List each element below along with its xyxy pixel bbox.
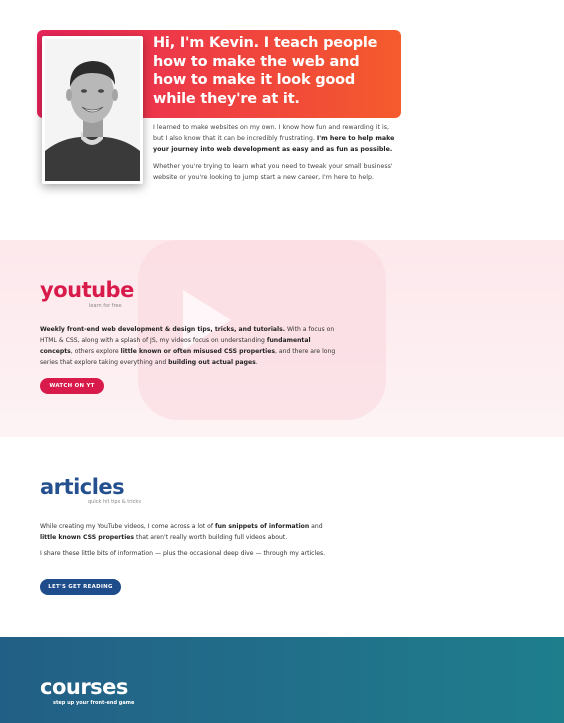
courses-subheading: step up your front-end game <box>53 700 135 706</box>
text-span: While creating my YouTube videos, I come… <box>40 523 215 530</box>
youtube-section: youtube learn for free Weekly front-end … <box>0 240 564 437</box>
text-bold: building out actual pages <box>168 359 256 366</box>
hero-heading: Hi, I'm Kevin. I teach people how to mak… <box>153 35 378 107</box>
youtube-subheading: learn for free <box>89 303 122 309</box>
youtube-paragraph: Weekly front-end web development & desig… <box>40 324 340 368</box>
text-bold: little known or often misused CSS proper… <box>120 348 275 355</box>
courses-heading: courses <box>40 675 128 699</box>
hero-intro-text: I learned to make websites on my own. I … <box>153 122 398 189</box>
text-span: and <box>309 523 323 530</box>
hero-paragraph: Whether you're trying to learn what you … <box>153 163 393 181</box>
text-span: that aren't really worth building full v… <box>134 534 288 541</box>
articles-paragraph: While creating my YouTube videos, I come… <box>40 521 330 543</box>
articles-heading: articles <box>40 475 125 499</box>
text-bold: fun snippets of information <box>214 523 310 530</box>
articles-paragraph: I share these little bits of information… <box>40 550 326 557</box>
hero-section: Hi, I'm Kevin. I teach people how to mak… <box>0 0 564 240</box>
text-bold: Weekly front-end web development & desig… <box>40 326 286 333</box>
profile-photo <box>42 36 143 184</box>
portrait-image <box>45 39 140 181</box>
hero-paragraph: I learned to make websites on my own. I … <box>153 122 398 155</box>
youtube-description: Weekly front-end web development & desig… <box>40 324 340 373</box>
courses-section: courses step up your front-end game <box>0 637 564 723</box>
articles-description: While creating my YouTube videos, I come… <box>40 521 330 564</box>
articles-subheading: quick hit tips & tricks <box>88 499 141 505</box>
youtube-heading: youtube <box>40 278 134 302</box>
lets-get-reading-button[interactable]: LET'S GET READING <box>40 579 121 595</box>
text-span: . <box>255 359 258 366</box>
text-span: , others explore <box>70 348 121 355</box>
articles-section: articles quick hit tips & tricks While c… <box>0 437 564 637</box>
watch-on-yt-button[interactable]: WATCH ON YT <box>40 378 104 394</box>
text-bold: little known CSS properties <box>40 534 135 541</box>
